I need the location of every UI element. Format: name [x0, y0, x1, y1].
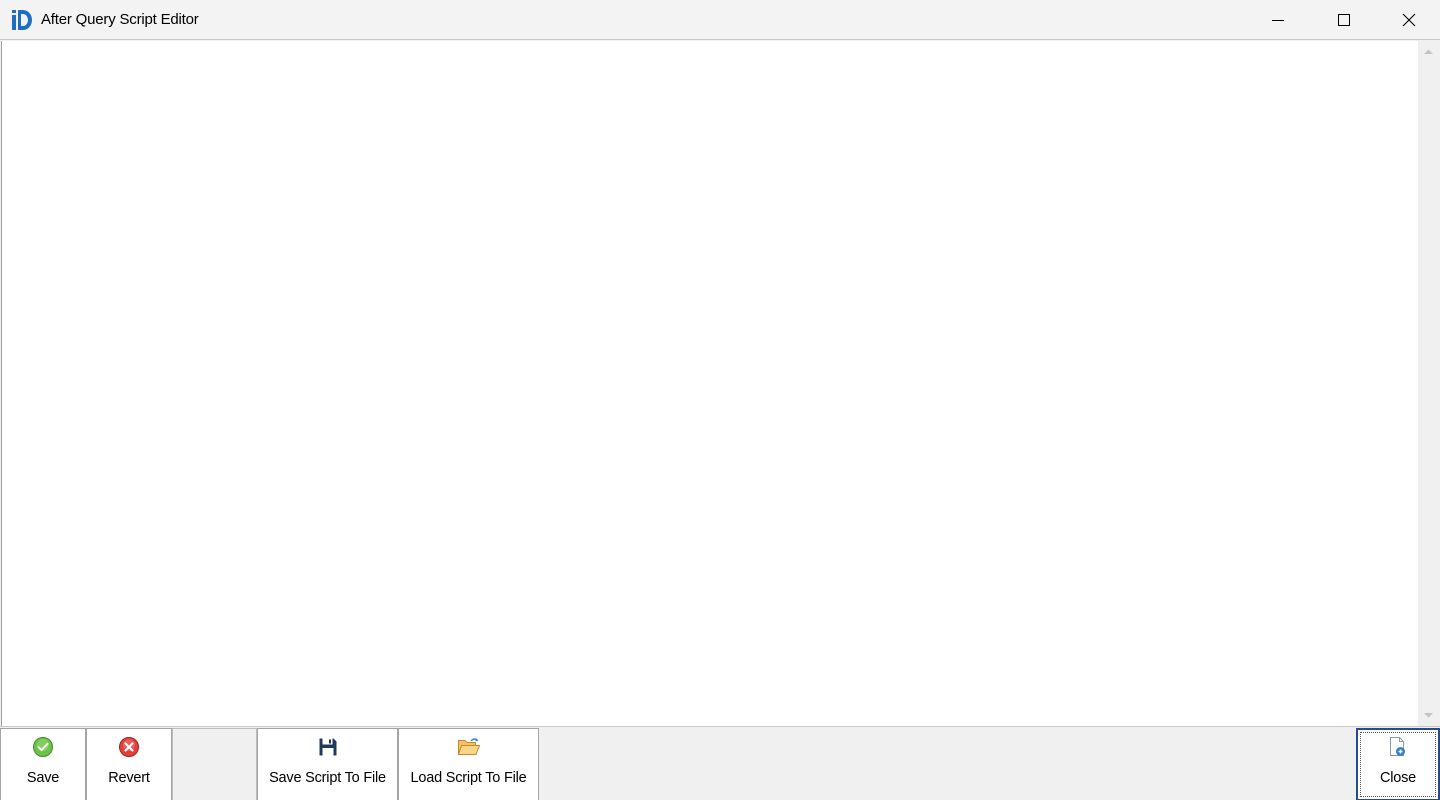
script-editor-window: After Query Script Editor Save Revert Sa… — [0, 0, 1440, 800]
minimize-button[interactable] — [1245, 0, 1311, 39]
chevron-up-icon — [1423, 49, 1433, 54]
chevron-down-icon — [1423, 713, 1433, 718]
check-circle-icon — [33, 737, 53, 757]
maximize-button[interactable] — [1311, 0, 1377, 39]
vertical-scrollbar[interactable] — [1418, 41, 1438, 726]
save-button-label: Save — [26, 770, 60, 786]
title-bar[interactable]: After Query Script Editor — [0, 0, 1440, 40]
close-button-label: Close — [1379, 770, 1417, 786]
revert-button-label: Revert — [108, 770, 150, 786]
scroll-down-button[interactable] — [1418, 704, 1438, 726]
app-logo-icon — [11, 9, 33, 31]
document-close-icon — [1390, 737, 1405, 756]
maximize-icon — [1338, 13, 1350, 26]
cancel-circle-icon — [119, 737, 139, 757]
toolbar-spacer — [172, 728, 257, 800]
scroll-up-button[interactable] — [1418, 41, 1438, 63]
revert-button[interactable]: Revert — [86, 728, 172, 800]
load-script-to-file-button[interactable]: Load Script To File — [398, 728, 539, 800]
window-title: After Query Script Editor — [41, 11, 199, 28]
floppy-disk-icon — [319, 738, 336, 756]
script-editor-area[interactable] — [1, 41, 1438, 726]
save-script-to-file-label: Save Script To File — [269, 770, 386, 786]
close-icon — [1402, 13, 1416, 26]
open-folder-icon — [457, 738, 480, 755]
save-button[interactable]: Save — [0, 728, 86, 800]
close-window-button[interactable] — [1376, 0, 1440, 39]
load-script-to-file-label: Load Script To File — [410, 770, 527, 786]
bottom-toolbar: Save Revert Save Script To File Load Scr… — [0, 726, 1440, 800]
save-script-to-file-button[interactable]: Save Script To File — [257, 728, 398, 800]
close-button[interactable]: Close — [1356, 728, 1440, 800]
minimize-icon — [1272, 19, 1284, 21]
